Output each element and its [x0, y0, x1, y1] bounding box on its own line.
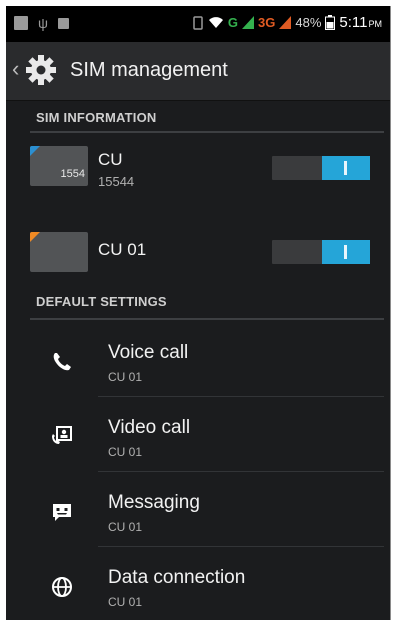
- sim-name: CU: [98, 150, 123, 169]
- clock: 5:11PM: [339, 14, 382, 31]
- wifi-icon: [208, 17, 223, 28]
- setting-title: Data connection: [108, 567, 246, 588]
- sim-card-icon: 1554: [30, 146, 88, 186]
- sim-2-toggle[interactable]: [272, 240, 370, 264]
- page-title: SIM management: [70, 59, 228, 81]
- clock-ampm: PM: [368, 19, 383, 29]
- network-type-3g: 3G: [258, 15, 276, 30]
- setting-value: CU 01: [108, 595, 143, 609]
- setting-title: Video call: [108, 417, 191, 438]
- sim-1-toggle[interactable]: [272, 156, 370, 180]
- setting-video-call[interactable]: Video call CU 01: [6, 397, 390, 472]
- setting-data-connection[interactable]: Data connection CU 01: [6, 547, 390, 620]
- screenshot-icon: [58, 17, 69, 29]
- action-bar: ‹ SIM management: [6, 42, 390, 101]
- phone-icon: [53, 353, 71, 371]
- sim-card-icon: [30, 232, 88, 272]
- battery-icon: [325, 15, 336, 30]
- toggle-on-thumb: [322, 240, 370, 264]
- setting-messaging[interactable]: Messaging CU 01: [6, 472, 390, 547]
- sim-name: CU 01: [98, 240, 147, 259]
- clock-time: 5:11: [339, 14, 368, 31]
- usb-icon: ψ: [38, 15, 48, 31]
- notification-icon: [14, 16, 28, 30]
- sim-number: 15544: [98, 174, 135, 189]
- phone-screen: ψ G 3G 48% 5:11PM ‹ SIM management SIM I…: [6, 6, 391, 620]
- section-divider: [30, 131, 384, 133]
- sim-color-indicator: [30, 232, 40, 242]
- signal-icon-sim2: [279, 16, 292, 29]
- settings-gear-icon[interactable]: [24, 53, 58, 87]
- signal-icon-sim1: [242, 16, 255, 29]
- setting-value: CU 01: [108, 520, 143, 534]
- section-header-sim-information: SIM INFORMATION: [36, 110, 157, 125]
- back-chevron-icon[interactable]: ‹: [12, 58, 19, 80]
- setting-value: CU 01: [108, 445, 143, 459]
- messaging-icon: [53, 504, 71, 521]
- video-call-icon: [52, 426, 72, 444]
- setting-title: Messaging: [108, 492, 200, 513]
- section-divider: [30, 318, 384, 320]
- toggle-on-thumb: [322, 156, 370, 180]
- section-header-default-settings: DEFAULT SETTINGS: [36, 294, 167, 309]
- sim-row-2[interactable]: CU 01: [6, 202, 390, 272]
- sim-card-label: 1554: [60, 168, 85, 180]
- globe-icon: [52, 577, 72, 597]
- setting-voice-call[interactable]: Voice call CU 01: [6, 322, 390, 397]
- status-bar: ψ G 3G 48% 5:11PM: [6, 6, 390, 42]
- sim-color-indicator: [30, 146, 40, 156]
- setting-title: Voice call: [108, 342, 189, 363]
- vibrate-icon: [193, 15, 203, 30]
- battery-percent: 48%: [295, 15, 322, 30]
- setting-value: CU 01: [108, 370, 143, 384]
- network-type-g: G: [227, 15, 239, 30]
- sim-row-1[interactable]: 1554 CU 15544: [6, 136, 390, 198]
